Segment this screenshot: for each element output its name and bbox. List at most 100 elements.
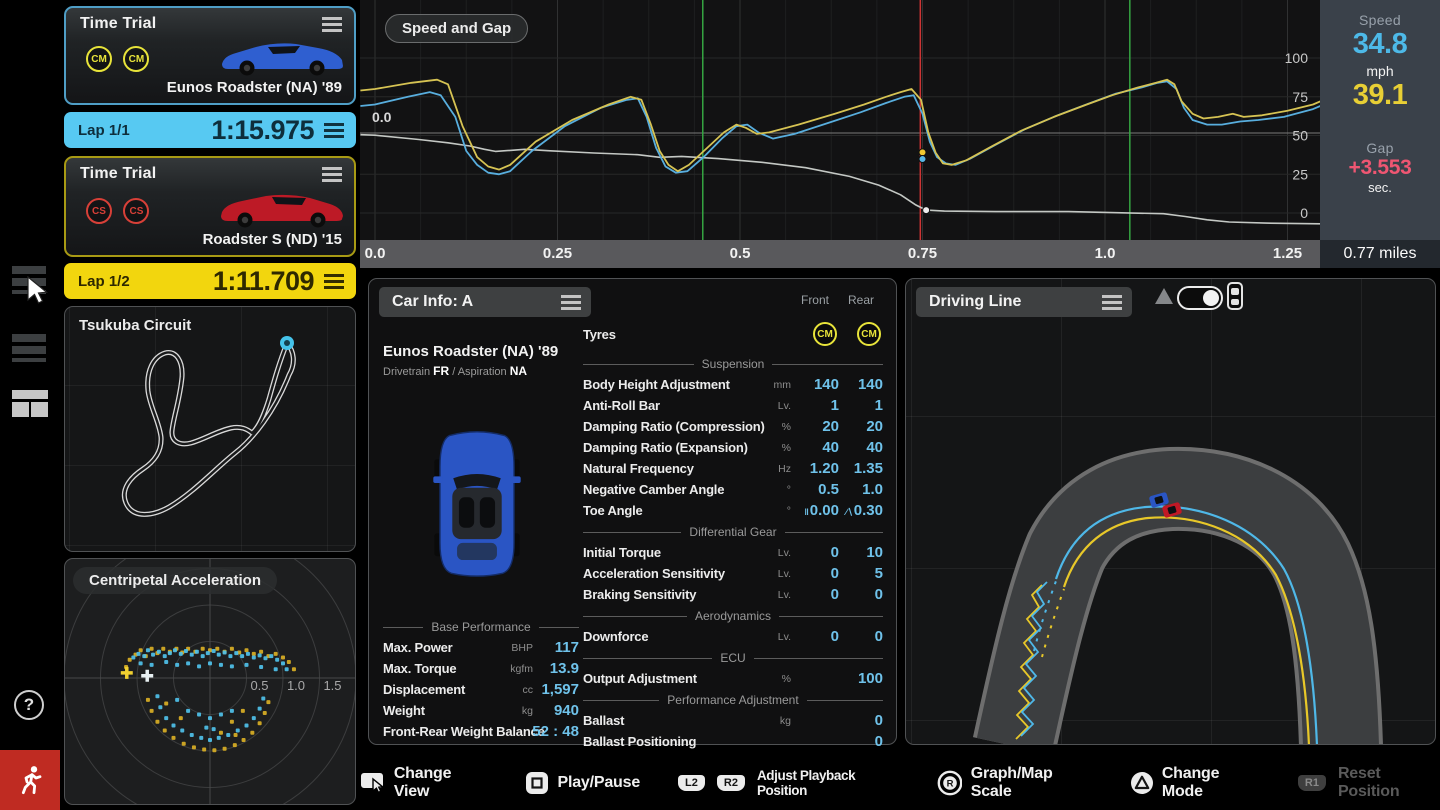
- gg-point: [275, 658, 279, 662]
- track-map-panel: Tsukuba Circuit: [64, 306, 356, 552]
- driving-line-panel: Driving Line: [905, 278, 1436, 745]
- gg-point: [285, 667, 289, 671]
- gg-tick-label: 1.5: [323, 678, 341, 693]
- menu-icon[interactable]: [12, 334, 46, 362]
- driving-line-menu-icon[interactable]: [1102, 295, 1122, 310]
- lap-row-b[interactable]: Lap 1/2 1:11.709: [64, 263, 356, 299]
- gg-point: [245, 723, 249, 727]
- section-divider: Suspension: [583, 354, 883, 374]
- spec-label: Max. Power: [383, 640, 453, 655]
- car-info-menu-icon[interactable]: [561, 295, 581, 310]
- lap-b-menu-icon[interactable]: [324, 274, 344, 289]
- car-info-header[interactable]: Car Info: A: [379, 287, 591, 317]
- car-info-drivetrain: Drivetrain FR / Aspiration NA: [383, 364, 558, 378]
- gg-point: [236, 729, 240, 733]
- setting-value-front: 20: [791, 418, 839, 435]
- hint-triangle[interactable]: Change Mode: [1130, 765, 1260, 801]
- aspiration-label: Aspiration: [458, 366, 507, 378]
- setting-row: Initial TorqueLv.010: [583, 542, 883, 563]
- gg-point: [252, 656, 256, 660]
- driving-line-header[interactable]: Driving Line: [916, 287, 1132, 317]
- setting-unit: %: [782, 442, 791, 454]
- svg-text:R: R: [946, 778, 953, 789]
- speed-value-a: 34.8: [1320, 28, 1440, 61]
- gg-point: [212, 748, 216, 752]
- entry-card-b[interactable]: Time Trial CS CS Roadster S (ND) '15: [64, 156, 356, 257]
- car-info-car-name: Eunos Roadster (NA) '89: [383, 343, 558, 360]
- section-name: Differential Gear: [689, 525, 776, 539]
- speed-unit: mph: [1320, 63, 1440, 79]
- gg-point: [199, 736, 203, 740]
- setting-value-rear: 5: [839, 565, 883, 582]
- gg-point: [274, 652, 278, 656]
- gg-point: [164, 716, 168, 720]
- setting-label: Ballast Positioning: [583, 734, 696, 749]
- gg-point: [150, 663, 154, 667]
- help-button[interactable]: ?: [14, 690, 44, 720]
- spec-value: 1,597: [541, 681, 579, 698]
- setting-row: Natural FrequencyHz1.201.35: [583, 458, 883, 479]
- tyre-badge-cs: CS: [123, 198, 149, 224]
- gg-point: [161, 647, 165, 651]
- gg-point: [172, 736, 176, 740]
- gg-point: [146, 648, 150, 652]
- setting-value-rear: 40: [839, 439, 883, 456]
- exit-button[interactable]: [0, 750, 60, 810]
- car-display-icon[interactable]: [1227, 282, 1243, 310]
- spec-unit: kg: [522, 705, 533, 717]
- layout-view-icon[interactable]: [12, 390, 48, 419]
- gg-point: [204, 726, 208, 730]
- driving-line-toggle[interactable]: [1177, 286, 1223, 310]
- spec-unit: cc: [523, 684, 534, 696]
- gg-point: [281, 656, 285, 660]
- chart-title-pill: Speed and Gap: [385, 14, 528, 43]
- gg-point: [163, 654, 167, 658]
- current-value-dot: [919, 149, 926, 156]
- setting-value-rear: 1: [839, 397, 883, 414]
- scale-up-icon[interactable]: [1155, 288, 1173, 304]
- gg-point: [179, 716, 183, 720]
- gap-zero-label: 0.0: [372, 109, 392, 125]
- hint-rstick[interactable]: RGraph/Map Scale: [937, 765, 1092, 801]
- hint-touchpad[interactable]: Change View: [360, 765, 487, 801]
- setting-value-rear: 10: [839, 544, 883, 561]
- setting-row: Negative Camber Angle°0.51.0: [583, 479, 883, 500]
- gg-point: [228, 654, 232, 658]
- setting-value-front: 0: [791, 586, 839, 603]
- lap-row-a[interactable]: Lap 1/1 1:15.975: [64, 112, 356, 148]
- section-divider: Base Performance: [383, 617, 579, 637]
- lap-a-time: 1:15.975: [211, 115, 314, 146]
- hint-label: Play/Pause: [558, 774, 641, 792]
- gg-point: [246, 652, 250, 656]
- gg-title: Centripetal Acceleration: [89, 572, 261, 589]
- setting-value-front: ‖0.00: [791, 502, 839, 519]
- y-axis-tick: 75: [1292, 89, 1308, 105]
- hint-square[interactable]: Play/Pause: [525, 771, 641, 795]
- setting-label: Damping Ratio (Compression): [583, 419, 765, 434]
- hint-l2r2[interactable]: L2R2Adjust Playback Position: [678, 768, 899, 798]
- entry-b-menu-icon[interactable]: [322, 167, 342, 182]
- right-stick-icon: R: [937, 770, 962, 796]
- entry-card-a[interactable]: Time Trial CM CM Eunos Roadster (NA) '89: [64, 6, 356, 105]
- gg-current-marker: [121, 667, 133, 679]
- setting-value-rear: 0: [839, 733, 883, 750]
- setting-value-rear: ∕∖0.30: [839, 502, 883, 519]
- lap-a-menu-icon[interactable]: [324, 123, 344, 138]
- section-divider: Differential Gear: [583, 522, 883, 542]
- gg-point: [173, 648, 177, 652]
- section-divider: Aerodynamics: [583, 606, 883, 626]
- gg-point: [258, 653, 262, 657]
- setting-value-front: 0: [791, 565, 839, 582]
- y-axis-tick: 0: [1300, 205, 1308, 221]
- setting-label: Braking Sensitivity: [583, 587, 696, 602]
- gg-point: [155, 694, 159, 698]
- entry-a-menu-icon[interactable]: [322, 17, 342, 32]
- chart-x-axis[interactable]: 0.00.250.50.751.01.25: [360, 240, 1320, 268]
- square-button-icon: [525, 771, 549, 795]
- control-hints-bar: Change View Play/Pause L2R2Adjust Playback…: [360, 755, 1440, 810]
- spec-value: 52 : 48: [532, 723, 579, 740]
- gg-point: [192, 745, 196, 749]
- layout-icon: [12, 390, 48, 419]
- drivetrain-label: Drivetrain: [383, 366, 430, 378]
- tyres-row: Tyres CM CM: [583, 319, 883, 349]
